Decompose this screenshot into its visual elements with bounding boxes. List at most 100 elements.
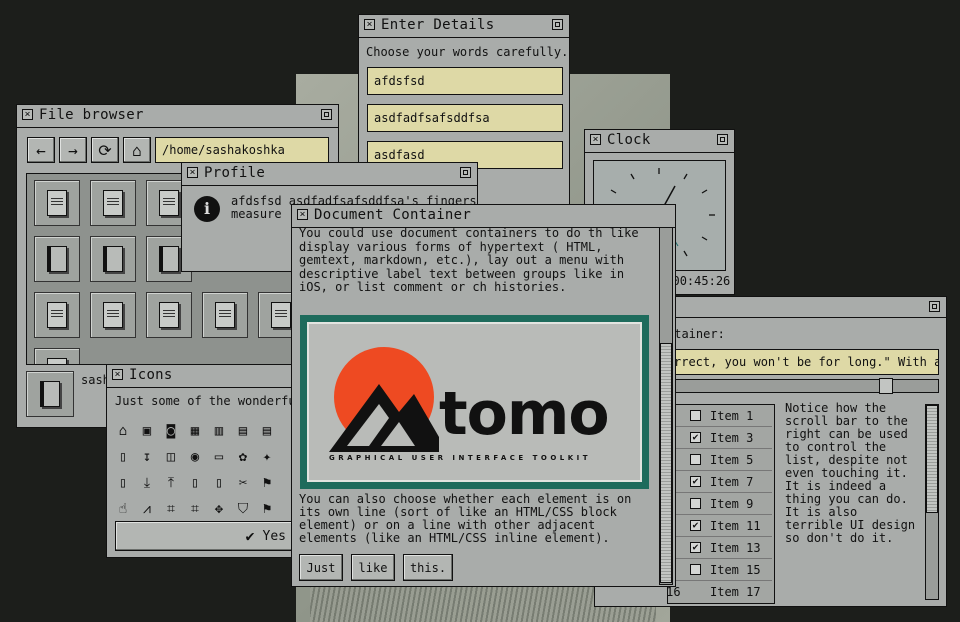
home-button[interactable]: ⌂ xyxy=(123,137,151,163)
list-item[interactable]: 8Item 9 xyxy=(668,493,772,515)
folder-icon xyxy=(103,246,123,272)
back-button[interactable]: ← xyxy=(27,137,55,163)
checkbox[interactable]: ✔ xyxy=(690,520,701,531)
icons-caption: Just some of the wonderfu xyxy=(115,394,296,408)
profile-line-2: measure xyxy=(231,207,282,221)
file-item[interactable] xyxy=(90,236,136,282)
pointer-icon: ☝ xyxy=(118,501,128,517)
harddrive-icon: ◫ xyxy=(166,449,176,465)
path-input[interactable]: /home/sashakoshka xyxy=(155,137,329,163)
file-item[interactable] xyxy=(34,180,80,226)
window-title: Clock xyxy=(607,132,651,148)
list-item-label: Item 15 xyxy=(710,563,761,577)
text-input[interactable]: rrect, you won't be for long." With a xyxy=(667,349,939,375)
name-field[interactable]: asdfadfsafsddfsa xyxy=(367,104,563,132)
window-title: Profile xyxy=(204,165,266,181)
book-icon: ▥ xyxy=(214,423,224,439)
refresh-button[interactable]: ⟳ xyxy=(91,137,119,163)
list-item[interactable]: 6✔Item 7 xyxy=(668,471,772,493)
maximize-icon[interactable] xyxy=(929,301,940,312)
list-item[interactable]: 10✔Item 11 xyxy=(668,515,772,537)
horizontal-slider[interactable] xyxy=(667,379,939,393)
file-item[interactable] xyxy=(34,236,80,282)
list-item-label: Item 9 xyxy=(710,497,754,511)
like-button[interactable]: like xyxy=(351,554,395,581)
compass-icon: ✦ xyxy=(262,449,272,465)
checkbox[interactable]: ✔ xyxy=(690,476,701,487)
window-title: Icons xyxy=(129,367,173,383)
list-item[interactable]: Item 16 Item 17 xyxy=(668,581,772,603)
field-value: afdsfsd xyxy=(374,74,425,88)
list-item-label: Item 3 xyxy=(710,431,754,445)
icons-titlebar[interactable]: × Icons xyxy=(107,365,301,388)
document-icon: ▤ xyxy=(262,423,272,439)
file-item[interactable] xyxy=(34,348,80,364)
note-icon: ▯ xyxy=(118,449,128,465)
disk-icon: ◙ xyxy=(166,423,176,439)
close-icon[interactable]: × xyxy=(590,134,601,145)
scissors-icon: ✂ xyxy=(238,475,248,491)
info-icon: i xyxy=(194,196,220,222)
close-icon[interactable]: × xyxy=(22,109,33,120)
document-scrollbar-thumb[interactable] xyxy=(660,343,672,583)
yes-label: Yes xyxy=(262,528,286,544)
profile-titlebar[interactable]: × Profile xyxy=(182,163,477,186)
home-folder-item[interactable] xyxy=(26,371,74,417)
tag-icon: ⚑ xyxy=(262,475,272,491)
move-icon: ✥ xyxy=(214,501,224,517)
document-icon xyxy=(103,190,123,216)
document-container-window: × Document Container You could use docum… xyxy=(291,204,676,587)
vertical-scrollbar-thumb[interactable] xyxy=(926,405,938,513)
this-button[interactable]: this. xyxy=(403,554,453,581)
enter-details-titlebar[interactable]: × Enter Details xyxy=(359,15,569,38)
yes-button[interactable]: ✔ Yes xyxy=(115,521,301,551)
film-icon: ▦ xyxy=(190,423,200,439)
refresh-icon: ⟳ xyxy=(98,140,112,160)
maximize-icon[interactable] xyxy=(717,134,728,145)
list-item-label: Item 1 xyxy=(710,409,754,423)
checkbox[interactable] xyxy=(690,454,701,465)
list-item-label: Item 17 xyxy=(710,585,761,599)
file-item[interactable] xyxy=(34,292,80,338)
upload-icon: ⤒ xyxy=(167,475,175,491)
document-container-titlebar[interactable]: × Document Container xyxy=(292,205,675,228)
checkbox[interactable]: ✔ xyxy=(690,542,701,553)
clock-titlebar[interactable]: × Clock xyxy=(585,130,734,153)
list-item[interactable]: 12✔Item 13 xyxy=(668,537,772,559)
close-icon[interactable]: × xyxy=(364,19,375,30)
list-item[interactable]: 4Item 5 xyxy=(668,449,772,471)
download-icon: ⤓ xyxy=(143,475,151,491)
file-item[interactable] xyxy=(146,292,192,338)
document-icon xyxy=(103,302,123,328)
close-icon[interactable]: × xyxy=(297,209,308,220)
close-icon[interactable]: × xyxy=(112,369,123,380)
maximize-icon[interactable] xyxy=(460,167,471,178)
just-button[interactable]: Just xyxy=(299,554,343,581)
checkbox[interactable] xyxy=(690,564,701,575)
close-icon[interactable]: × xyxy=(187,167,198,178)
file-browser-titlebar[interactable]: × File browser xyxy=(17,105,338,128)
forward-button[interactable]: → xyxy=(59,137,87,163)
tomo-logo-word: tomo xyxy=(439,379,610,449)
maximize-icon[interactable] xyxy=(552,19,563,30)
list-item[interactable]: 2✔Item 3 xyxy=(668,427,772,449)
file-item[interactable] xyxy=(202,292,248,338)
checkbox[interactable]: ✔ xyxy=(690,432,701,443)
shield-icon: ⛉ xyxy=(237,501,249,517)
file-item[interactable] xyxy=(90,292,136,338)
tag-icon: ⚑ xyxy=(262,501,272,517)
like-button-label: like xyxy=(358,560,388,575)
horizontal-slider-thumb[interactable] xyxy=(879,378,893,394)
maximize-icon[interactable] xyxy=(321,109,332,120)
icon-grid: ⌂ ▣ ◙ ▦ ▥ ▤ ▤ ▯ ↧ ◫ ◉ ▭ ✿ ✦ ▯ ⤓ ⤒ ▯ ▯ ✂ ⚑ ☝ ⩘ ⌗ ⌗ ✥ ⛉ ⚑ xyxy=(115,423,301,519)
name-field[interactable]: afdsfsd xyxy=(367,67,563,95)
checkbox[interactable] xyxy=(690,410,701,421)
house-icon: ⌂ xyxy=(118,423,128,439)
field-value: asdfasd xyxy=(374,148,425,162)
palette-icon: ✿ xyxy=(238,449,248,465)
list-item[interactable]: 14Item 15 xyxy=(668,559,772,581)
list-item[interactable]: 0Item 1 xyxy=(668,405,772,427)
file-item[interactable] xyxy=(90,180,136,226)
checkbox[interactable] xyxy=(690,498,701,509)
field-value: asdfadfsafsddfsa xyxy=(374,111,490,125)
